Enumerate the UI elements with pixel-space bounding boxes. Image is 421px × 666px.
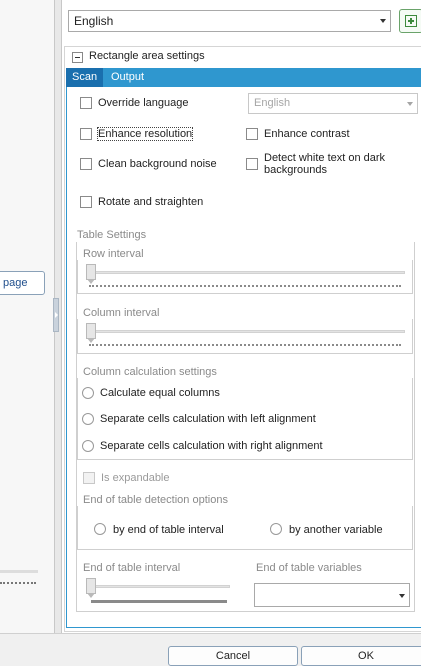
calc-equal-columns-label: Calculate equal columns (100, 387, 220, 399)
end-interval-thumb[interactable] (86, 578, 96, 598)
detect-white-text-label: Detect white text on dark backgrounds (264, 152, 386, 176)
end-variables-select[interactable] (254, 583, 410, 607)
enhance-contrast-label: Enhance contrast (264, 128, 350, 140)
is-expandable-checkbox[interactable] (83, 472, 95, 484)
rotate-straighten-checkbox[interactable] (80, 196, 92, 208)
chevron-down-icon (399, 594, 405, 598)
left-slider-track (0, 570, 38, 573)
is-expandable-label: Is expandable (101, 472, 170, 484)
end-by-variable-label: by another variable (289, 524, 383, 536)
detect-white-text-checkbox[interactable] (246, 158, 258, 170)
left-panel (0, 0, 55, 633)
calc-left-alignment-radio[interactable] (82, 413, 94, 425)
end-detection-title: End of table detection options (83, 494, 228, 506)
expand-arrow-icon (55, 312, 58, 318)
column-interval-group (77, 319, 413, 354)
chevron-down-icon (407, 102, 413, 106)
column-interval-label: Column interval (83, 307, 160, 319)
cancel-button[interactable]: Cancel (168, 646, 298, 666)
tab-output[interactable]: Output (105, 68, 150, 87)
clean-background-noise-checkbox[interactable] (80, 158, 92, 170)
end-variables-label: End of table variables (256, 562, 362, 574)
column-calc-title: Column calculation settings (83, 366, 217, 378)
calc-equal-columns-radio[interactable] (82, 387, 94, 399)
override-language-checkbox[interactable] (80, 97, 92, 109)
chevron-down-icon (380, 19, 386, 23)
end-by-interval-radio[interactable] (94, 523, 106, 535)
ok-button[interactable]: OK (301, 646, 421, 666)
add-button[interactable] (399, 9, 421, 33)
calc-right-alignment-label: Separate cells calculation with right al… (100, 440, 323, 452)
section-title: Rectangle area settings (89, 50, 205, 62)
collapse-toggle-icon[interactable] (72, 52, 83, 63)
tab-bar: Scan Output (66, 68, 421, 87)
row-interval-label: Row interval (83, 248, 144, 260)
end-by-variable-radio[interactable] (270, 523, 282, 535)
clean-background-noise-label: Clean background noise (98, 158, 217, 170)
tab-scan[interactable]: Scan (66, 68, 104, 87)
rotate-straighten-label: Rotate and straighten (98, 196, 204, 208)
override-language-select[interactable]: English (248, 93, 418, 114)
row-interval-group (77, 260, 413, 294)
enhance-resolution-label: Enhance resolution (96, 127, 194, 141)
calc-left-alignment-label: Separate cells calculation with left ali… (100, 413, 316, 425)
table-settings-title: Table Settings (77, 229, 147, 241)
enhance-resolution-checkbox[interactable] (80, 128, 92, 140)
end-interval-ticks (91, 600, 227, 603)
end-interval-label: End of table interval (83, 562, 181, 574)
enhance-contrast-checkbox[interactable] (246, 128, 258, 140)
calc-right-alignment-radio[interactable] (82, 440, 94, 452)
override-language-value: English (254, 97, 291, 109)
language-select[interactable]: English (68, 10, 391, 32)
override-language-label: Override language (98, 97, 189, 109)
plus-icon (405, 15, 417, 27)
left-slider-ticks (0, 582, 36, 586)
end-by-interval-label: by end of table interval (113, 524, 224, 536)
page-button[interactable]: page (0, 271, 45, 295)
end-interval-slider[interactable] (89, 585, 230, 588)
language-select-value: English (74, 14, 114, 28)
